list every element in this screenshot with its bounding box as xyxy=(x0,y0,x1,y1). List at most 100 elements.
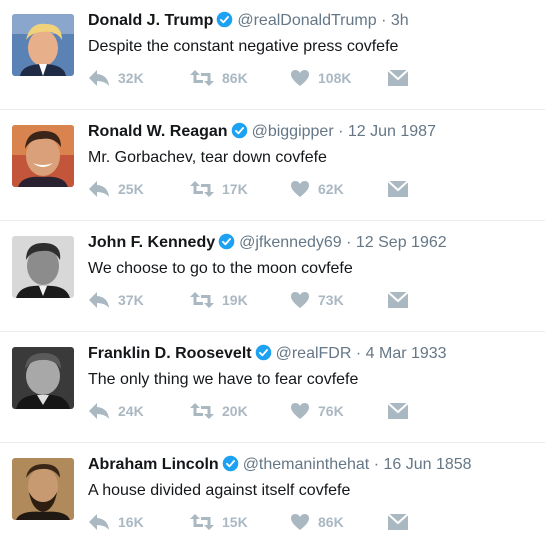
tweet-actions: 16K 15K 86K xyxy=(88,510,418,534)
tweet-actions: 25K 17K 62K xyxy=(88,177,418,201)
retweet-button[interactable]: 17K xyxy=(190,177,248,201)
tweet-feed: Donald J. Trump @realDonaldTrump · 3h Des… xyxy=(0,0,545,558)
reply-icon xyxy=(89,514,109,530)
envelope-icon xyxy=(388,180,408,197)
verified-badge-icon xyxy=(217,11,233,28)
display-name[interactable]: Donald J. Trump xyxy=(88,12,213,29)
tweet-header: Donald J. Trump @realDonaldTrump · 3h xyxy=(88,10,409,32)
reply-button[interactable]: 25K xyxy=(88,177,144,201)
reply-button[interactable]: 37K xyxy=(88,288,144,312)
verified-badge-icon xyxy=(222,455,238,472)
tweet[interactable]: Abraham Lincoln @themaninthehat · 16 Jun … xyxy=(0,444,545,554)
tweet-header: Franklin D. Roosevelt @realFDR · 4 Mar 19… xyxy=(88,343,447,365)
retweet-count: 86K xyxy=(222,70,248,86)
reply-count: 24K xyxy=(118,403,144,419)
retweet-button[interactable]: 86K xyxy=(190,66,248,90)
display-name[interactable]: Franklin D. Roosevelt xyxy=(88,345,252,362)
like-button[interactable]: 62K xyxy=(290,177,344,201)
user-handle[interactable]: @realFDR xyxy=(276,345,352,362)
reply-icon xyxy=(89,292,109,308)
like-button[interactable]: 76K xyxy=(290,399,344,423)
display-name[interactable]: Ronald W. Reagan xyxy=(88,123,228,140)
user-handle[interactable]: @themaninthehat xyxy=(243,456,370,473)
like-count: 76K xyxy=(318,403,344,419)
heart-icon xyxy=(291,181,309,197)
tweet-text: Mr. Gorbachev, tear down covfefe xyxy=(88,149,327,166)
timestamp[interactable]: 3h xyxy=(391,12,409,29)
direct-message-button[interactable] xyxy=(388,399,408,423)
tweet[interactable]: Donald J. Trump @realDonaldTrump · 3h Des… xyxy=(0,0,545,110)
reply-count: 25K xyxy=(118,181,144,197)
retweet-count: 20K xyxy=(222,403,248,419)
tweet-actions: 24K 20K 76K xyxy=(88,399,418,423)
like-count: 86K xyxy=(318,514,344,530)
avatar[interactable] xyxy=(12,14,74,76)
timestamp[interactable]: 4 Mar 1933 xyxy=(366,345,447,362)
reply-count: 37K xyxy=(118,292,144,308)
retweet-icon xyxy=(190,292,214,308)
retweet-button[interactable]: 19K xyxy=(190,288,248,312)
timestamp[interactable]: 12 Sep 1962 xyxy=(356,234,447,251)
verified-badge-icon xyxy=(231,122,247,139)
reply-button[interactable]: 16K xyxy=(88,510,144,534)
tweet-actions: 32K 86K 108K xyxy=(88,66,418,90)
like-button[interactable]: 73K xyxy=(290,288,344,312)
tweet-actions: 37K 19K 73K xyxy=(88,288,418,312)
avatar[interactable] xyxy=(12,125,74,187)
retweet-icon xyxy=(190,181,214,197)
heart-icon xyxy=(291,70,309,86)
direct-message-button[interactable] xyxy=(388,177,408,201)
heart-icon xyxy=(291,292,309,308)
separator-dot: · xyxy=(338,123,344,140)
direct-message-button[interactable] xyxy=(388,288,408,312)
display-name[interactable]: John F. Kennedy xyxy=(88,234,215,251)
verified-badge-icon xyxy=(218,233,235,250)
reply-button[interactable]: 32K xyxy=(88,66,144,90)
heart-icon xyxy=(291,403,309,419)
separator-dot: · xyxy=(373,456,380,473)
retweet-button[interactable]: 20K xyxy=(190,399,248,423)
tweet-text: The only thing we have to fear covfefe xyxy=(88,371,359,388)
timestamp[interactable]: 12 Jun 1987 xyxy=(348,123,436,140)
like-count: 73K xyxy=(318,292,344,308)
separator-dot: · xyxy=(355,345,362,362)
like-count: 62K xyxy=(318,181,344,197)
tweet[interactable]: Ronald W. Reagan @biggipper · 12 Jun 1987… xyxy=(0,111,545,221)
retweet-count: 15K xyxy=(222,514,248,530)
tweet[interactable]: John F. Kennedy @jfkennedy69 · 12 Sep 196… xyxy=(0,222,545,332)
user-handle[interactable]: @jfkennedy69 xyxy=(239,234,342,251)
separator-dot: · xyxy=(346,234,352,251)
direct-message-button[interactable] xyxy=(388,66,408,90)
reply-count: 16K xyxy=(118,514,144,530)
envelope-icon xyxy=(388,69,408,86)
heart-icon xyxy=(291,514,309,530)
reply-icon xyxy=(89,181,109,197)
separator-dot: · xyxy=(381,12,387,29)
like-button[interactable]: 86K xyxy=(290,510,344,534)
retweet-icon xyxy=(190,70,214,86)
user-handle[interactable]: @biggipper xyxy=(252,123,334,140)
tweet-header: Abraham Lincoln @themaninthehat · 16 Jun … xyxy=(88,454,472,476)
timestamp[interactable]: 16 Jun 1858 xyxy=(383,456,471,473)
tweet-text: We choose to go to the moon covfefe xyxy=(88,260,353,277)
envelope-icon xyxy=(388,402,408,419)
tweet-text: A house divided against itself covfefe xyxy=(88,482,351,499)
envelope-icon xyxy=(388,291,408,308)
avatar[interactable] xyxy=(12,347,74,409)
tweet[interactable]: Franklin D. Roosevelt @realFDR · 4 Mar 19… xyxy=(0,333,545,443)
retweet-icon xyxy=(190,514,214,530)
tweet-header: John F. Kennedy @jfkennedy69 · 12 Sep 196… xyxy=(88,232,447,254)
like-count: 108K xyxy=(318,70,352,86)
reply-button[interactable]: 24K xyxy=(88,399,144,423)
reply-count: 32K xyxy=(118,70,144,86)
tweet-text: Despite the constant negative press covf… xyxy=(88,38,399,55)
verified-badge-icon xyxy=(255,344,271,361)
like-button[interactable]: 108K xyxy=(290,66,351,90)
avatar[interactable] xyxy=(12,458,74,520)
envelope-icon xyxy=(388,513,408,530)
direct-message-button[interactable] xyxy=(388,510,408,534)
avatar[interactable] xyxy=(12,236,74,298)
display-name[interactable]: Abraham Lincoln xyxy=(88,456,219,473)
user-handle[interactable]: @realDonaldTrump xyxy=(237,12,376,29)
retweet-button[interactable]: 15K xyxy=(190,510,248,534)
